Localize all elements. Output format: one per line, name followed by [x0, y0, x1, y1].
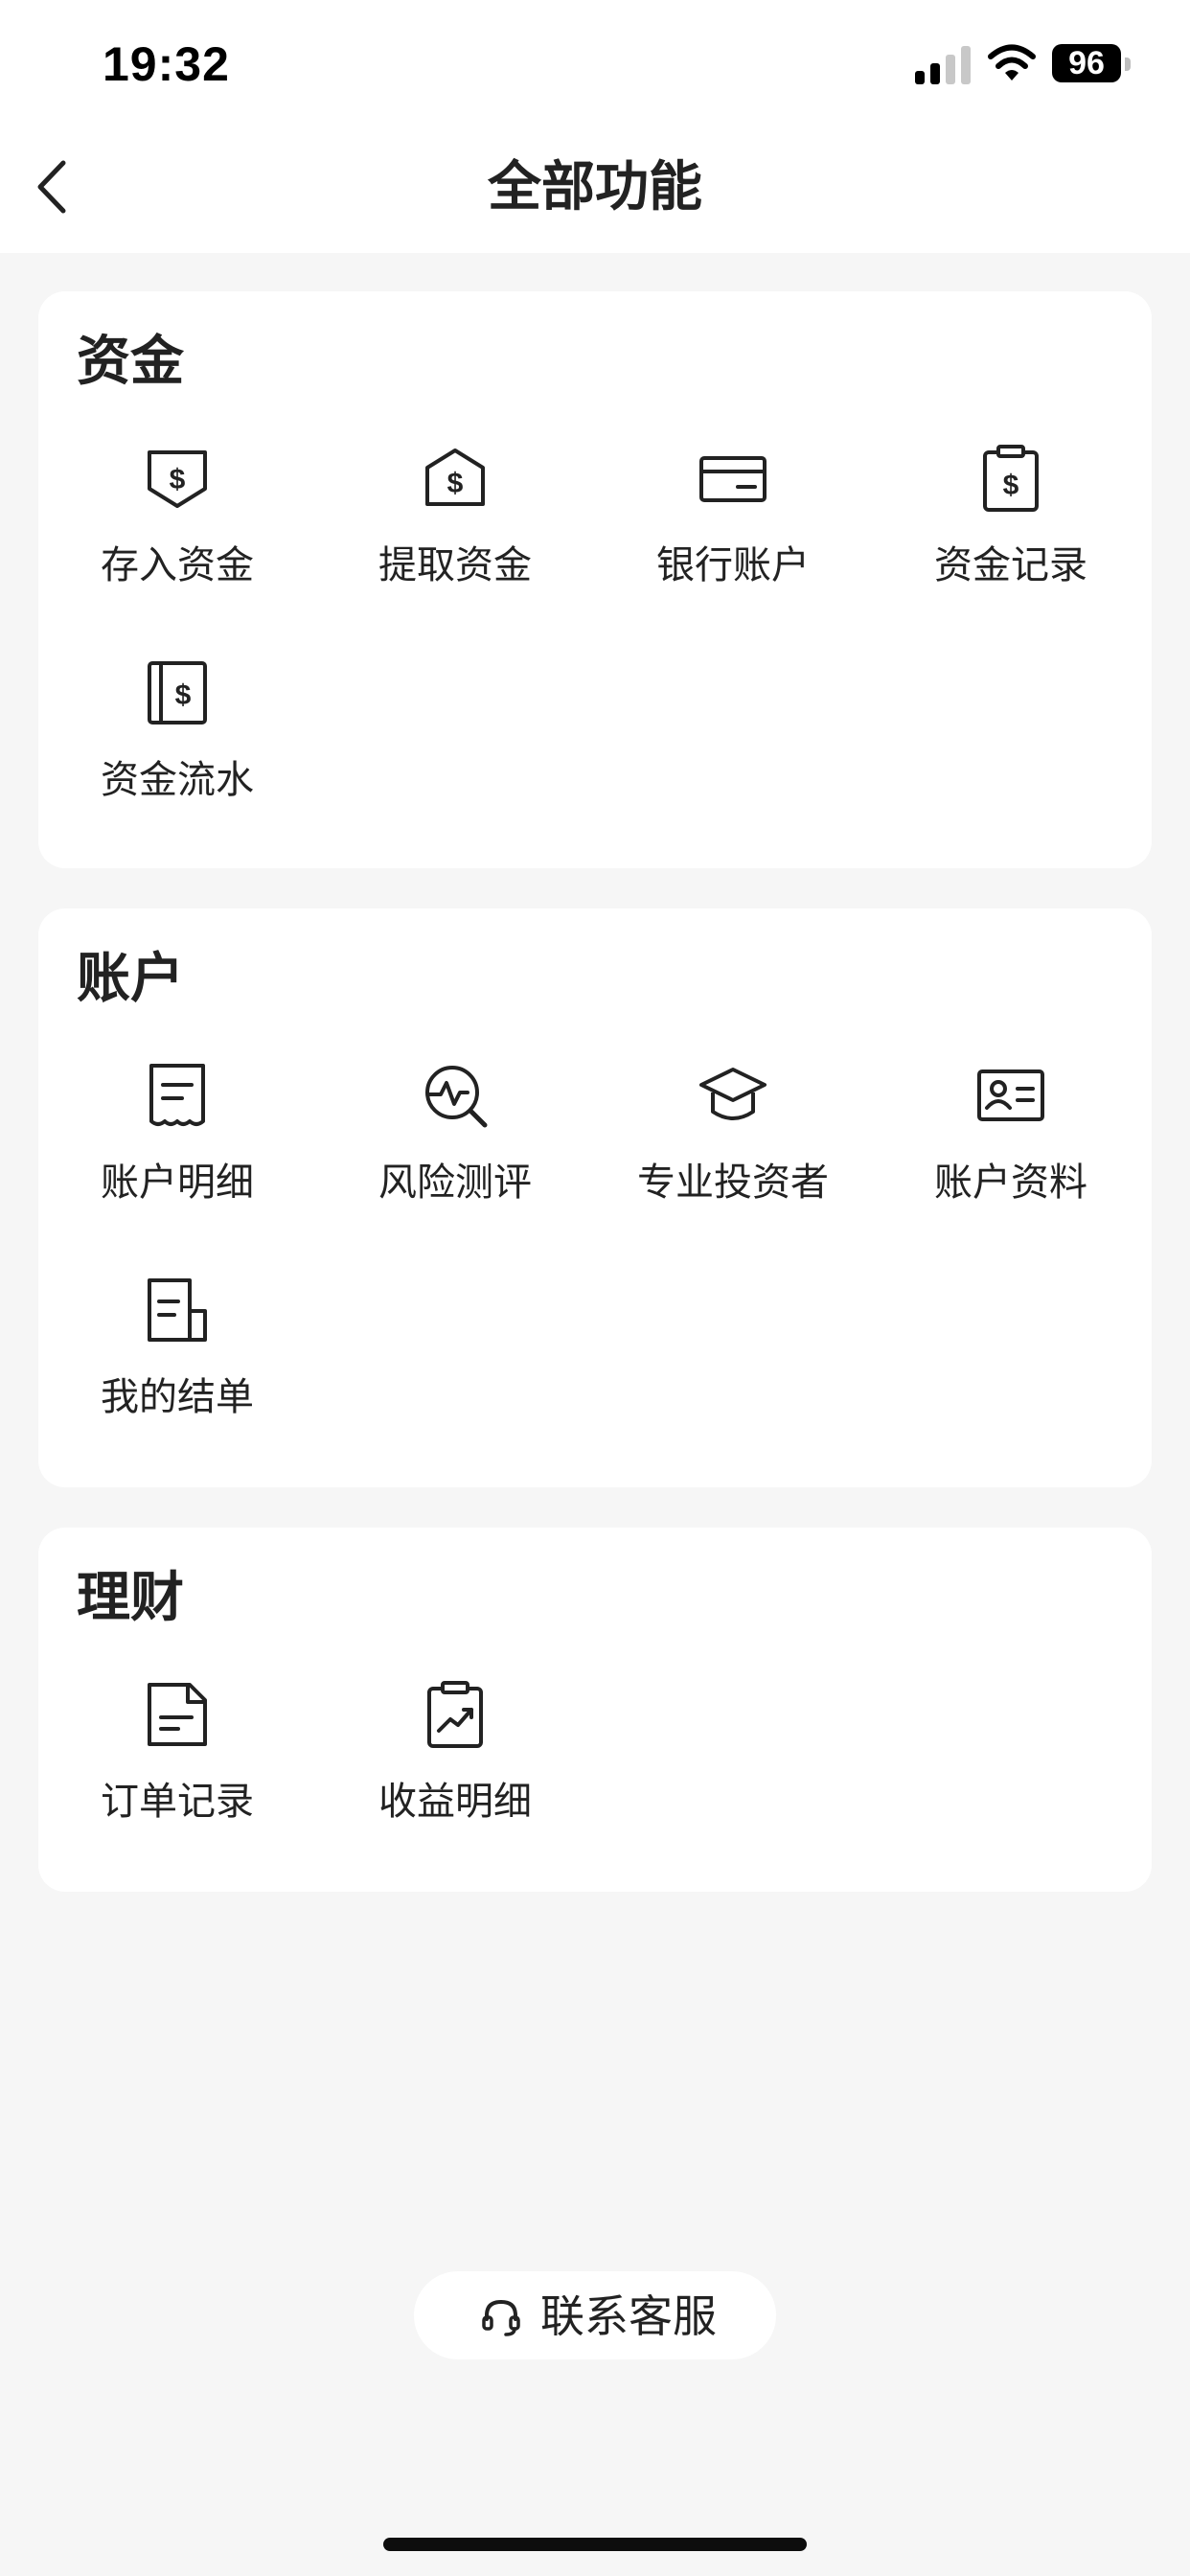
item-account-detail[interactable]: 账户明细: [38, 1062, 316, 1254]
withdraw-icon: $: [425, 448, 485, 506]
headset-icon: [482, 2299, 520, 2336]
section-funds: 资金 $ 存入资金 $ 提取资金 银行账户 $ 资金记录 $ 资金流水: [38, 291, 1152, 868]
bank-card-icon: [699, 456, 767, 502]
battery-tip: [1125, 58, 1131, 71]
item-label: 资金流水: [101, 758, 254, 802]
order-doc-icon: [148, 1683, 207, 1746]
item-account-profile[interactable]: 账户资料: [872, 1062, 1150, 1254]
status-icons: 96: [0, 42, 1190, 90]
section-wealth: 理财 订单记录 收益明细: [38, 1528, 1152, 1892]
item-label: 专业投资者: [637, 1161, 829, 1205]
chart-clipboard-icon: [427, 1681, 483, 1748]
fund-record-icon: $: [983, 445, 1039, 512]
id-card-icon: [977, 1070, 1044, 1121]
item-my-statement[interactable]: 我的结单: [38, 1276, 316, 1468]
battery-level: 96: [1052, 44, 1121, 82]
svg-text:$: $: [1003, 470, 1019, 501]
item-label: 银行账户: [656, 543, 810, 587]
home-indicator[interactable]: [383, 2538, 807, 2551]
svg-text:$: $: [447, 468, 464, 499]
item-deposit[interactable]: $ 存入资金: [38, 445, 316, 636]
svg-text:$: $: [175, 679, 192, 711]
item-label: 收益明细: [378, 1780, 532, 1824]
svg-text:$: $: [170, 464, 186, 495]
graduation-cap-icon: [699, 1068, 767, 1120]
item-label: 订单记录: [101, 1780, 254, 1824]
statement-icon: [148, 1278, 207, 1342]
section-title: 账户: [77, 948, 184, 1010]
item-risk-assessment[interactable]: 风险测评: [316, 1062, 594, 1254]
item-label: 存入资金: [101, 543, 254, 587]
item-label: 提取资金: [378, 543, 532, 587]
page-title: 全部功能: [488, 156, 702, 218]
item-label: 资金记录: [934, 543, 1087, 587]
item-label: 我的结单: [101, 1375, 254, 1419]
item-fund-record[interactable]: $ 资金记录: [872, 445, 1150, 636]
item-fund-flow[interactable]: $ 资金流水: [38, 659, 316, 851]
fund-flow-icon: $: [148, 661, 207, 724]
risk-search-icon: [425, 1066, 488, 1128]
signal-icon: [915, 46, 971, 84]
contact-support-button[interactable]: 联系客服: [414, 2271, 776, 2359]
wifi-icon: [988, 44, 1036, 80]
item-bank-account[interactable]: 银行账户: [594, 445, 872, 636]
item-earnings-detail[interactable]: 收益明细: [316, 1681, 594, 1873]
section-title: 资金: [77, 331, 184, 393]
item-label: 账户资料: [934, 1161, 1087, 1205]
section-title: 理财: [77, 1567, 184, 1629]
receipt-icon: [149, 1064, 205, 1126]
item-withdraw[interactable]: $ 提取资金: [316, 445, 594, 636]
item-label: 风险测评: [378, 1161, 532, 1205]
contact-support-label: 联系客服: [540, 2290, 717, 2342]
section-account: 账户 账户明细 风险测评 专业投资者 账户资料 我的结单: [38, 908, 1152, 1487]
top-bar: 19:32 96 全部功能: [0, 0, 1190, 253]
deposit-icon: $: [148, 450, 207, 508]
item-label: 账户明细: [101, 1161, 254, 1205]
item-order-record[interactable]: 订单记录: [38, 1681, 316, 1873]
item-professional-investor[interactable]: 专业投资者: [594, 1062, 872, 1254]
